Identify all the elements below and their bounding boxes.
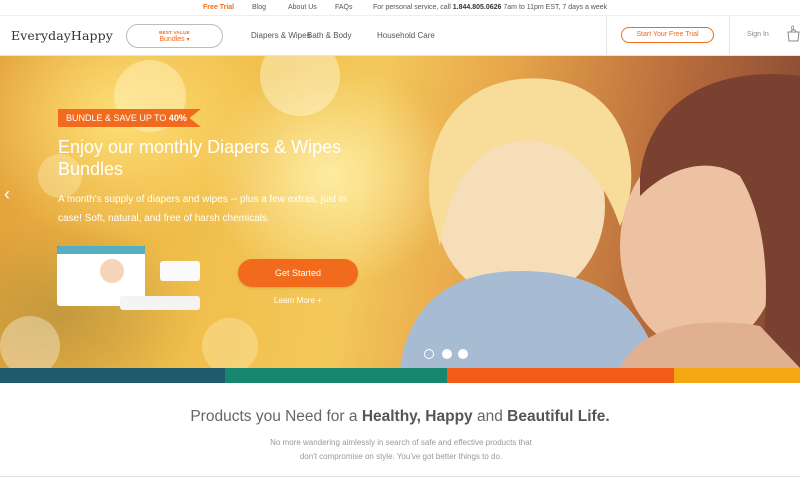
hero-title: Enjoy our monthly Diapers & Wipes Bundle… — [58, 137, 342, 179]
utility-bar: Free Trial Blog About Us FAQs For person… — [0, 0, 800, 16]
section-title-beautiful: Beautiful Life. — [507, 408, 610, 425]
get-started-button[interactable]: Get Started — [238, 259, 358, 287]
logo[interactable]: EverydayHappy — [11, 28, 113, 43]
blog-link[interactable]: Blog — [252, 4, 266, 11]
header-divider — [606, 16, 607, 56]
hero-subtitle: A month's supply of diapers and wipes --… — [58, 194, 347, 224]
hero-banner: ‹ BUNDLE & SAVE UP TO 40% Enjoy our mont… — [0, 56, 800, 368]
start-free-trial-button[interactable]: Start Your Free Trial — [621, 27, 714, 43]
bundles-label-text: Bundles — [159, 36, 185, 43]
best-value-badge: BEST VALUE — [159, 30, 190, 35]
nav-bath-body[interactable]: Bath & Body — [307, 31, 351, 40]
learn-more-link[interactable]: Learn More + — [274, 296, 322, 305]
service-info: For personal service, call 1.844.805.062… — [373, 4, 607, 11]
stripe-orange — [447, 368, 674, 383]
section-title-happy: Happy — [425, 408, 473, 425]
section-title-healthy: Healthy, — [361, 408, 421, 425]
carousel-dot-1[interactable] — [424, 349, 434, 359]
faqs-link[interactable]: FAQs — [335, 4, 353, 11]
bundle-save-text: BUNDLE & SAVE UP TO — [66, 113, 167, 123]
color-stripes — [0, 368, 800, 383]
stripe-teal-dark — [0, 368, 225, 383]
phone-number[interactable]: 1.844.805.0626 — [453, 4, 502, 11]
about-us-link[interactable]: About Us — [288, 4, 317, 11]
chevron-down-icon: ▾ — [186, 37, 190, 43]
section-title-and: and — [476, 408, 503, 425]
header-divider — [729, 16, 730, 56]
section-title: Products you Need for a Healthy, Happy a… — [0, 408, 800, 426]
bundle-save-badge: BUNDLE & SAVE UP TO 40% — [58, 109, 201, 127]
main-header: EverydayHappy BEST VALUE Bundles ▾ Diape… — [0, 16, 800, 56]
stripe-amber — [674, 368, 800, 383]
section-subtitle: No more wandering aimlessly in search of… — [270, 438, 532, 461]
free-trial-link[interactable]: Free Trial — [203, 4, 234, 11]
bundle-save-value: 40% — [168, 113, 187, 123]
sign-in-link[interactable]: Sign In — [747, 31, 769, 38]
nav-diapers-wipes[interactable]: Diapers & Wipes — [251, 31, 311, 40]
nav-household-care[interactable]: Household Care — [377, 31, 435, 40]
cart-count: 0 — [791, 26, 795, 32]
previous-slide-icon[interactable]: ‹ — [4, 184, 10, 205]
section-title-prefix: Products you Need for a — [190, 408, 358, 425]
bundles-menu-button[interactable]: BEST VALUE Bundles ▾ — [126, 24, 223, 48]
service-hours: 7am to 11pm EST, 7 days a week — [503, 4, 608, 11]
service-prefix: For personal service, call — [373, 4, 451, 11]
carousel-dot-2[interactable] — [442, 349, 452, 359]
stripe-teal — [225, 368, 447, 383]
carousel-dot-3[interactable] — [458, 349, 468, 359]
bundles-label: Bundles ▾ — [127, 36, 222, 43]
